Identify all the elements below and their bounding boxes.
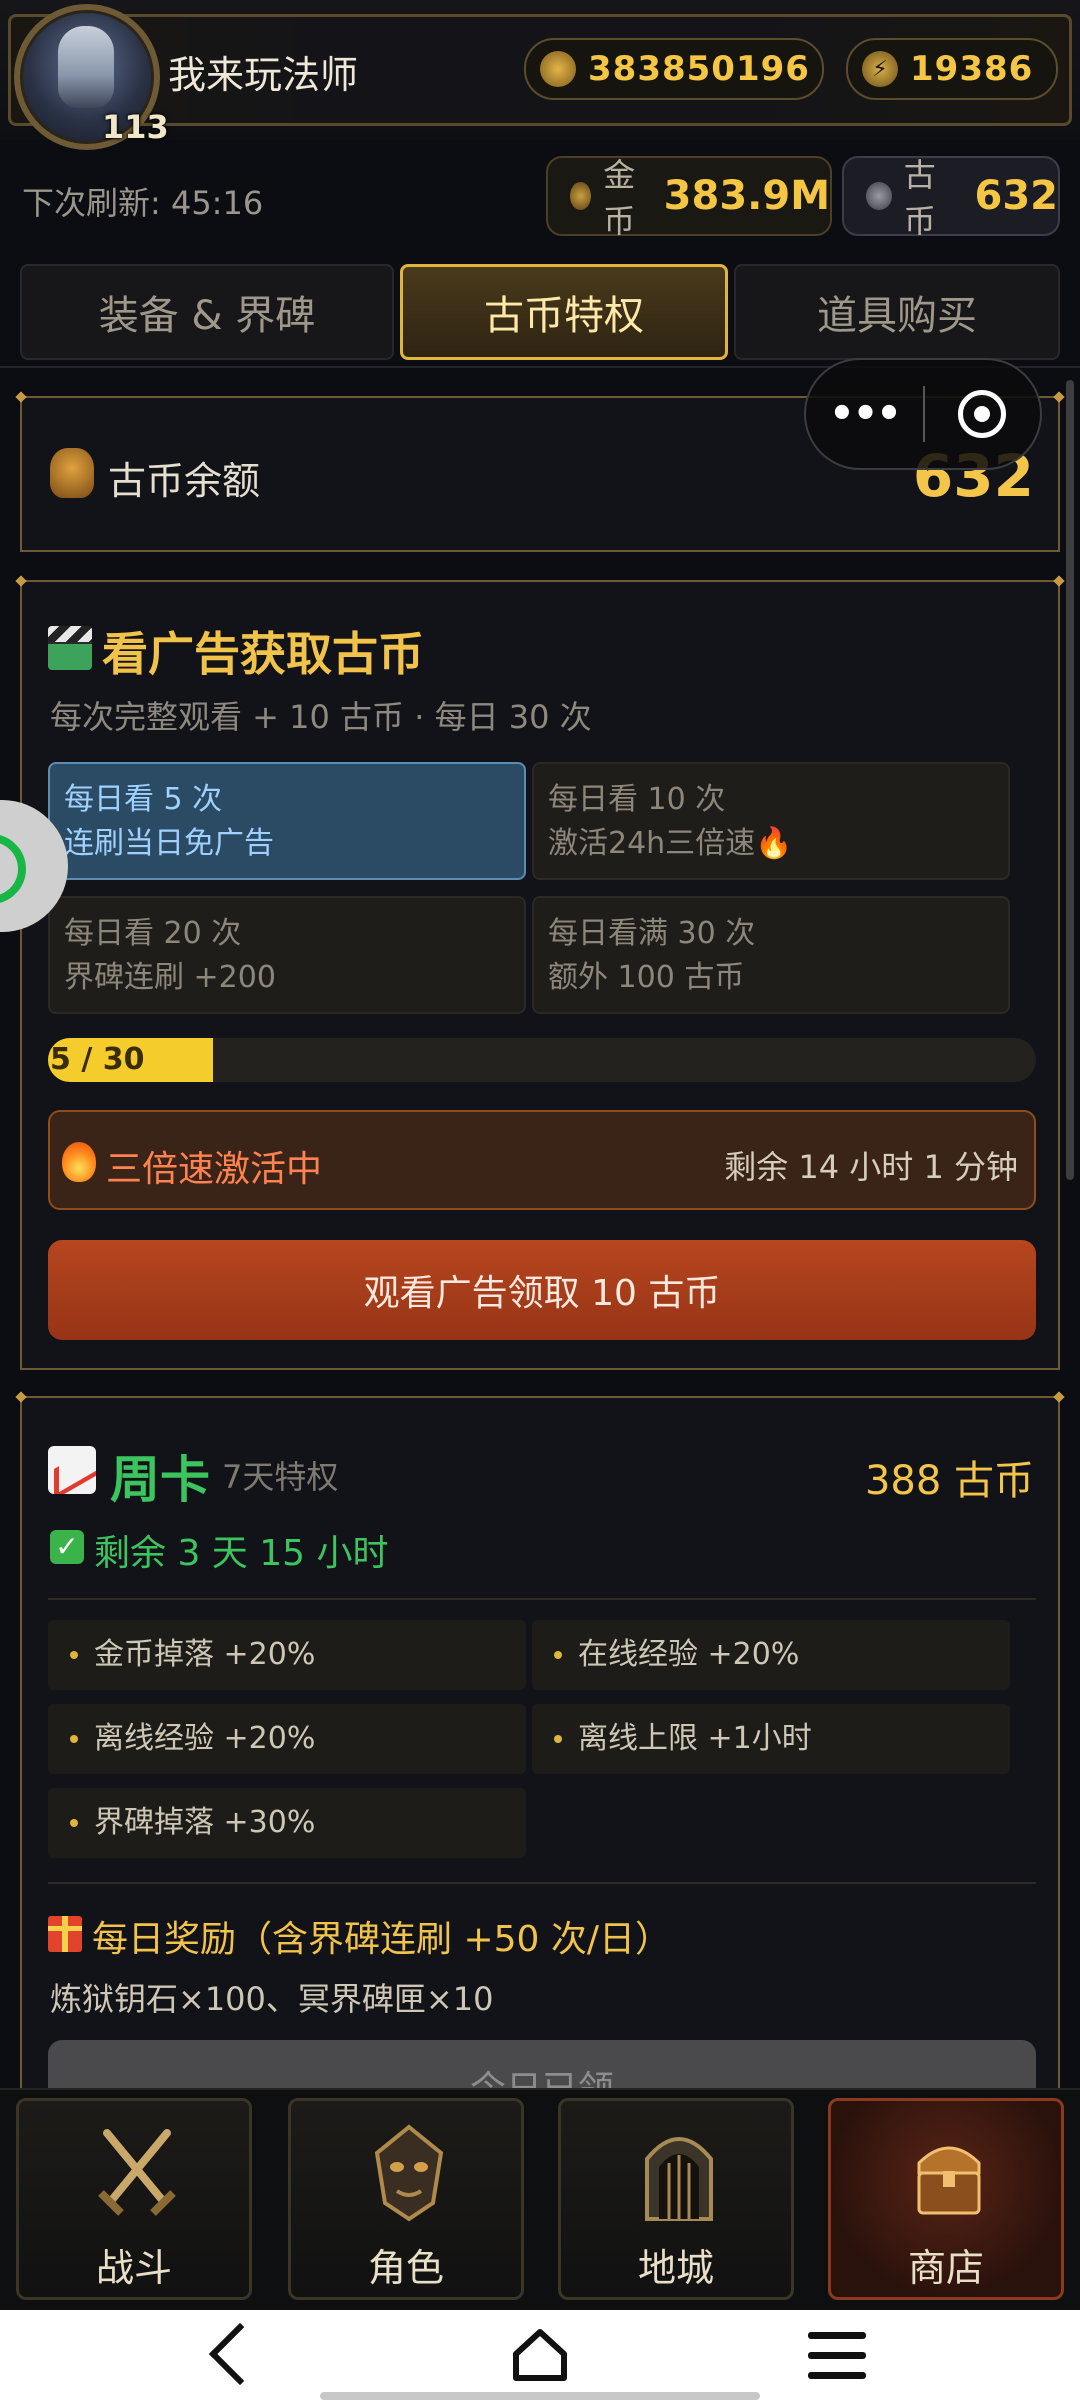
nav-battle[interactable]: 战斗 <box>16 2098 252 2300</box>
perk-item: 离线经验 +20% <box>48 1704 526 1774</box>
system-nav-bar <box>0 2310 1080 2400</box>
flame-icon <box>62 1142 96 1182</box>
ad-tier-20-reward: 界碑连刷 +200 <box>64 960 276 995</box>
tab-item-purchase[interactable]: 道具购买 <box>734 264 1060 360</box>
coin-balance-label: 古币余额 <box>108 459 261 503</box>
gold-chip-value: 383.9M <box>663 173 830 219</box>
power-value: 19386 <box>910 49 1034 89</box>
triple-speed-remaining: 剩余 14 小时 1 分钟 <box>724 1148 1018 1186</box>
nav-character-label: 角色 <box>367 2246 444 2290</box>
triple-speed-label: 三倍速激活中 <box>106 1149 323 1190</box>
weekly-card-price: 388 古币 <box>864 1458 1034 1504</box>
coin-bag-icon <box>50 448 94 498</box>
weekly-card-duration: 7天特权 <box>222 1458 339 1496</box>
shop-tabs: 装备 & 界碑 古币特权 道具购买 <box>20 264 1060 362</box>
avatar[interactable]: 113 <box>14 4 169 150</box>
ad-tier-5-reward: 连刷当日免广告 <box>64 826 274 861</box>
weekly-card: 周卡 7天特权 388 古币 ✓ 剩余 3 天 15 小时 金币掉落 +20% … <box>20 1396 1060 2140</box>
gold-coin-icon <box>540 51 576 87</box>
perk-item: 界碑掉落 +30% <box>48 1788 526 1858</box>
nav-shop[interactable]: 商店 <box>828 2098 1064 2300</box>
perk-item: 离线上限 +1小时 <box>532 1704 1010 1774</box>
perk-item: 金币掉落 +20% <box>48 1620 526 1690</box>
watch-ad-button[interactable]: 观看广告领取 10 古币 <box>48 1240 1036 1340</box>
gold-coin-icon <box>570 182 592 210</box>
daily-reward-title: 每日奖励（含界碑连刷 +50 次/日） <box>92 1919 671 1960</box>
ad-tier-10-reward: 激活24h三倍速🔥 <box>548 826 793 861</box>
ad-tier-5-requirement: 每日看 5 次 <box>64 782 223 817</box>
ancient-coin-icon <box>866 182 892 210</box>
player-name: 我来玩法师 <box>168 53 359 97</box>
back-icon[interactable] <box>208 2322 272 2386</box>
power-pill: ⚡ 19386 <box>846 38 1058 100</box>
trend-chart-icon <box>48 1446 96 1494</box>
treasure-chest-icon <box>917 2146 981 2215</box>
player-header: 113 我来玩法师 383850196 ⚡ 19386 <box>0 0 1080 150</box>
nav-dungeon[interactable]: 地城 <box>558 2098 794 2300</box>
nav-dungeon-label: 地城 <box>637 2246 714 2290</box>
ad-progress-text: 5 / 30 <box>50 1042 145 1077</box>
ad-tier-30-requirement: 每日看满 30 次 <box>548 916 756 951</box>
miniprogram-capsule: ••• <box>804 358 1042 470</box>
ad-tier-20-requirement: 每日看 20 次 <box>64 916 242 951</box>
nav-battle-label: 战斗 <box>95 2246 172 2290</box>
ad-tier-30: 每日看满 30 次 额外 100 古币 <box>532 896 1010 1014</box>
target-circle-icon <box>958 390 1007 438</box>
player-level: 113 <box>102 108 169 146</box>
demon-mask-icon <box>374 2124 444 2222</box>
ad-progress-bar: 5 / 30 <box>48 1038 1036 1082</box>
clapperboard-icon <box>48 626 92 670</box>
ad-tier-10-requirement: 每日看 10 次 <box>548 782 726 817</box>
ancient-coin-chip: 古币 632 <box>842 156 1060 240</box>
scrollbar[interactable] <box>1066 380 1074 1180</box>
ad-tier-20: 每日看 20 次 界碑连刷 +200 <box>48 896 526 1014</box>
weekly-divider <box>48 1882 1036 1884</box>
weekly-divider <box>48 1598 1036 1600</box>
ad-tier-5: 每日看 5 次 连刷当日免广告 <box>48 762 526 880</box>
watch-ad-card: 看广告获取古币 每次完整观看 + 10 古币 · 每日 30 次 每日看 5 次… <box>20 580 1060 1370</box>
ancient-coin-chip-label: 古币 <box>903 156 936 240</box>
watch-ad-title: 看广告获取古币 <box>102 627 424 681</box>
gold-total-value: 383850196 <box>588 49 810 89</box>
more-options-button[interactable]: ••• <box>806 391 923 437</box>
gesture-handle <box>320 2392 760 2400</box>
weekly-card-title: 周卡 <box>110 1451 210 1509</box>
daily-reward-items: 炼狱钥石×100、冥界碑匣×10 <box>50 1980 494 2018</box>
ad-tier-30-reward: 额外 100 古币 <box>548 960 745 995</box>
menu-icon[interactable] <box>808 2332 866 2380</box>
gold-chip-label: 金币 <box>603 156 636 240</box>
weekly-card-remaining: 剩余 3 天 15 小时 <box>94 1533 389 1574</box>
bottom-nav: 战斗 角色 地城 商店 <box>0 2088 1080 2310</box>
gold-chip: 金币 383.9M <box>546 156 832 240</box>
dungeon-gate-icon <box>645 2137 713 2221</box>
ad-tier-10: 每日看 10 次 激活24h三倍速🔥 <box>532 762 1010 880</box>
lightning-icon: ⚡ <box>862 51 898 87</box>
tab-equipment-stele[interactable]: 装备 & 界碑 <box>20 264 394 360</box>
gift-icon <box>48 1916 82 1952</box>
nav-shop-label: 商店 <box>907 2246 984 2290</box>
avatar-portrait <box>58 26 114 108</box>
watch-ad-subtitle: 每次完整观看 + 10 古币 · 每日 30 次 <box>50 698 592 736</box>
refresh-timer: 下次刷新: 45:16 <box>22 184 264 222</box>
crossed-swords-icon <box>98 2129 176 2216</box>
home-icon[interactable] <box>510 2326 570 2384</box>
gold-total-pill: 383850196 <box>524 38 824 100</box>
checkmark-icon: ✓ <box>50 1530 84 1564</box>
ancient-coin-chip-value: 632 <box>974 173 1059 219</box>
triple-speed-status: 三倍速激活中 剩余 14 小时 1 分钟 <box>48 1110 1036 1210</box>
nav-character[interactable]: 角色 <box>288 2098 524 2300</box>
tab-ancient-coin-privilege[interactable]: 古币特权 <box>400 264 728 360</box>
perk-item: 在线经验 +20% <box>532 1620 1010 1690</box>
close-miniprogram-button[interactable] <box>925 390 1040 438</box>
